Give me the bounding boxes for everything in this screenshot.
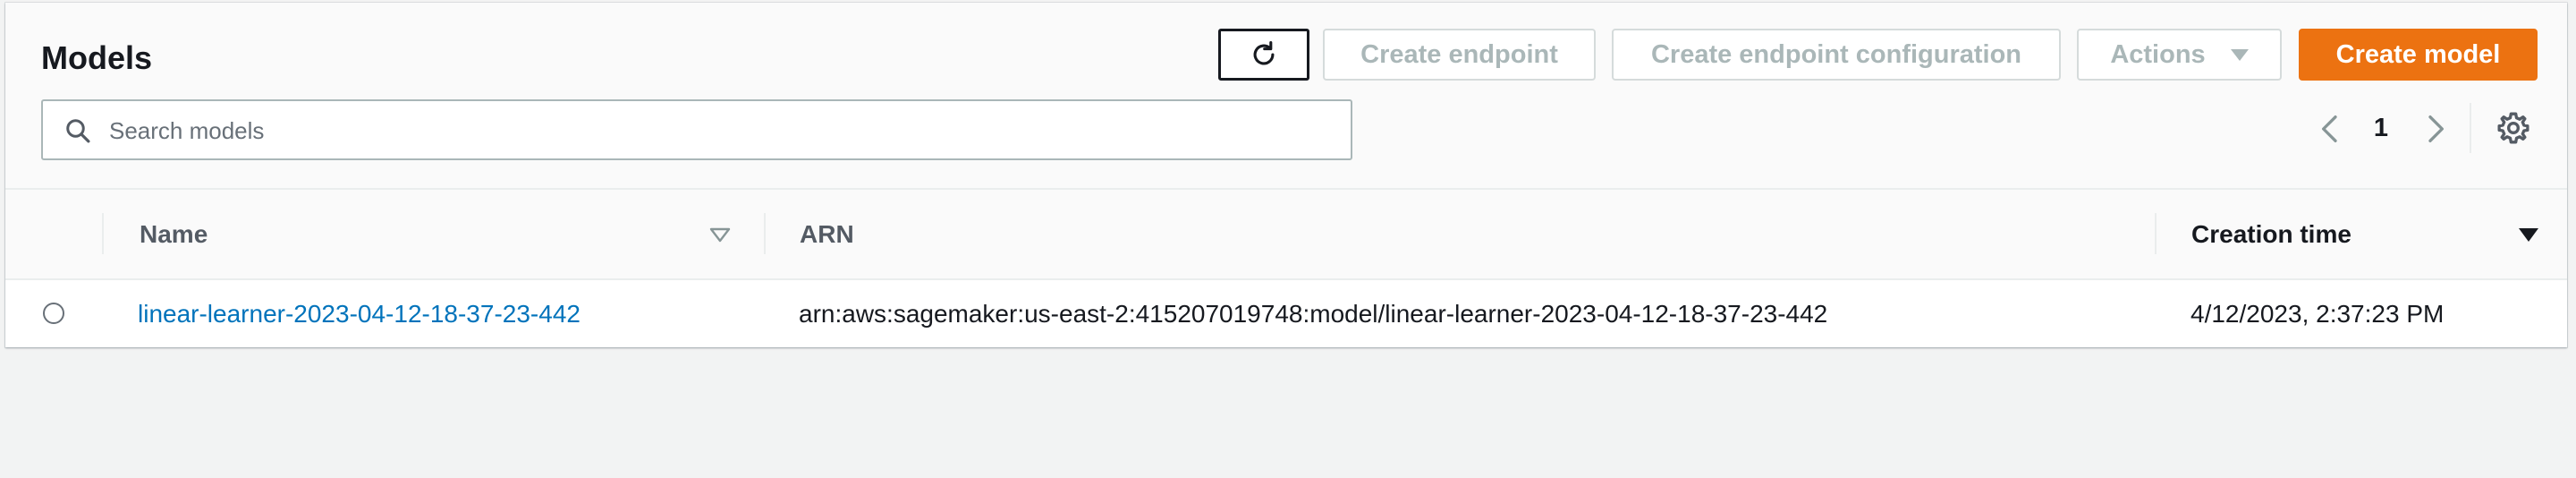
panel-header: Models Create endpoint Create endpoint c… [5,3,2567,190]
column-separator [102,213,104,254]
column-separator [764,213,766,254]
create-endpoint-label: Create endpoint [1360,39,1558,69]
previous-page-icon[interactable] [2313,111,2349,147]
table-header: Name ARN Creation time [5,190,2567,280]
model-arn: arn:aws:sagemaker:us-east-2:415207019748… [799,300,1828,328]
sort-descending-icon[interactable] [2517,226,2540,245]
search-icon [66,119,90,143]
column-header-arn[interactable]: ARN [800,190,854,278]
actions-dropdown[interactable]: Actions [2077,29,2282,81]
search-input[interactable] [107,105,1336,157]
create-endpoint-configuration-label: Create endpoint configuration [1650,39,2022,69]
current-page-number[interactable]: 1 [2361,110,2401,146]
pagination-divider [2470,103,2471,153]
next-page-icon[interactable] [2417,111,2453,147]
model-creation-time: 4/12/2023, 2:37:23 PM [2190,300,2445,328]
create-endpoint-configuration-button[interactable]: Create endpoint configuration [1612,29,2061,81]
create-model-button[interactable]: Create model [2299,29,2538,81]
column-header-name[interactable]: Name [140,190,208,278]
create-endpoint-button[interactable]: Create endpoint [1323,29,1596,81]
column-header-creation-time[interactable]: Creation time [2191,190,2351,278]
table-row[interactable]: linear-learner-2023-04-12-18-37-23-442 a… [5,280,2567,347]
actions-label: Actions [2110,39,2206,69]
row-select-radio[interactable] [43,303,64,324]
refresh-button[interactable] [1218,29,1309,81]
caret-down-icon [2230,48,2249,61]
model-name-link[interactable]: linear-learner-2023-04-12-18-37-23-442 [138,280,580,347]
page-title: Models [41,39,153,76]
models-panel: Models Create endpoint Create endpoint c… [5,3,2567,347]
create-model-label: Create model [2335,39,2501,69]
gear-icon[interactable] [2496,110,2531,146]
refresh-icon [1253,40,1275,65]
search-box [41,99,1352,160]
column-separator [2155,213,2157,254]
sort-icon[interactable] [708,226,732,245]
